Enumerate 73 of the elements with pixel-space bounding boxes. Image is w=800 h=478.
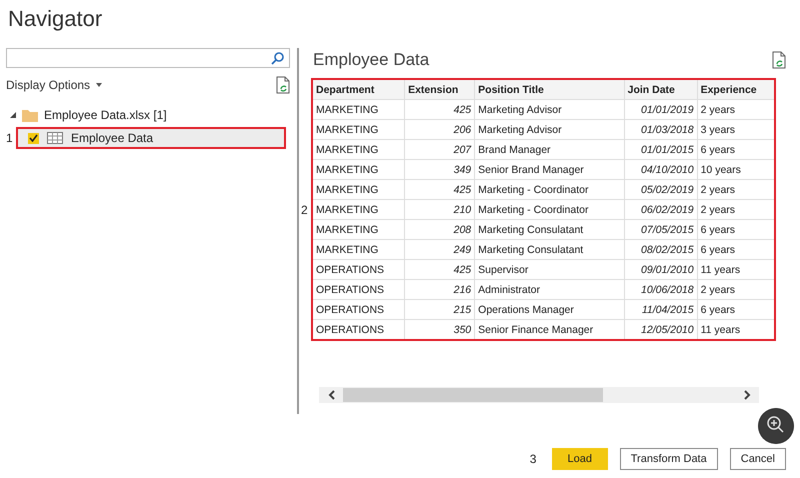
table-cell: 206 [404, 120, 475, 140]
column-header[interactable]: Position Title [474, 79, 624, 100]
table-cell: Marketing Consulatant [474, 240, 624, 260]
table-cell: 04/10/2010 [624, 160, 698, 180]
table-cell: 05/02/2019 [624, 180, 698, 200]
zoom-in-icon[interactable] [758, 408, 794, 444]
table-cell: 208 [404, 220, 475, 240]
table-cell: MARKETING [312, 160, 405, 180]
caret-icon[interactable] [96, 83, 102, 87]
table-cell: OPERATIONS [312, 280, 405, 300]
table-cell: 207 [404, 140, 475, 160]
table-cell: MARKETING [312, 180, 405, 200]
display-options-dropdown[interactable]: Display Options [6, 78, 102, 92]
search-icon[interactable] [271, 51, 285, 65]
table-cell: 425 [404, 260, 475, 280]
table-cell: Marketing - Coordinator [474, 180, 624, 200]
table-cell: 10/06/2018 [624, 280, 698, 300]
table-cell: MARKETING [312, 220, 405, 240]
tree-item-label[interactable]: Employee Data.xlsx [1] [44, 108, 167, 122]
table-cell: Marketing Advisor [474, 120, 624, 140]
folder-icon [22, 108, 38, 122]
table-cell: 01/03/2018 [624, 120, 698, 140]
expand-caret-icon[interactable] [10, 112, 16, 118]
table-cell: OPERATIONS [312, 300, 405, 320]
table-cell: Operations Manager [474, 300, 624, 320]
table-cell: 08/02/2015 [624, 240, 698, 260]
table-icon [47, 132, 63, 144]
table-cell: 349 [404, 160, 475, 180]
dialog-button[interactable]: Cancel [730, 448, 786, 470]
search-field[interactable] [6, 48, 290, 68]
table-cell: 11/04/2015 [624, 300, 698, 320]
dialog-button[interactable]: Transform Data [620, 448, 718, 470]
table-cell: MARKETING [312, 100, 405, 120]
table-cell: MARKETING [312, 140, 405, 160]
annotation-number: 2 [301, 202, 309, 216]
table-cell: 06/02/2019 [624, 200, 698, 220]
table-cell: 210 [404, 200, 475, 220]
column-header[interactable]: Department [312, 79, 405, 100]
table-cell: 425 [404, 180, 475, 200]
column-header[interactable]: Extension [404, 79, 475, 100]
table-cell: Supervisor [474, 260, 624, 280]
tree-item[interactable]: Employee Data [16, 127, 286, 149]
window-title: Navigator [7, 5, 104, 33]
annotation-number: 3 [530, 452, 538, 466]
scroll-right-icon[interactable] [744, 390, 750, 400]
table-cell: Marketing - Coordinator [474, 200, 624, 220]
table-cell: 01/01/2015 [624, 140, 698, 160]
table-cell: Administrator [474, 280, 624, 300]
table-cell: 07/05/2015 [624, 220, 698, 240]
annotation-number: 1 [6, 131, 14, 145]
table-cell: 216 [404, 280, 475, 300]
refresh-document-icon[interactable] [276, 76, 290, 94]
preview-title: Employee Data [313, 50, 430, 70]
dialog-button[interactable]: Load [552, 448, 608, 470]
table-cell: Marketing Consulatant [474, 220, 624, 240]
table-cell: Marketing Advisor [474, 100, 624, 120]
table-cell: 215 [404, 300, 475, 320]
table-cell: 249 [404, 240, 475, 260]
table-cell: 425 [404, 100, 475, 120]
refresh-document-icon[interactable] [772, 51, 786, 69]
scroll-left-icon[interactable] [328, 390, 334, 400]
column-header[interactable]: Join Date [624, 79, 698, 100]
table-cell: MARKETING [312, 240, 405, 260]
horizontal-scrollbar[interactable] [319, 387, 759, 403]
table-cell: 09/01/2010 [624, 260, 698, 280]
column-header[interactable]: Experience [697, 79, 775, 100]
table-cell: OPERATIONS [312, 260, 405, 280]
checkbox[interactable] [28, 132, 39, 144]
table-cell: MARKETING [312, 120, 405, 140]
table-cell: Senior Brand Manager [474, 160, 624, 180]
table-cell: 01/01/2019 [624, 100, 698, 120]
table-cell: MARKETING [312, 200, 405, 220]
table-cell: Brand Manager [474, 140, 624, 160]
